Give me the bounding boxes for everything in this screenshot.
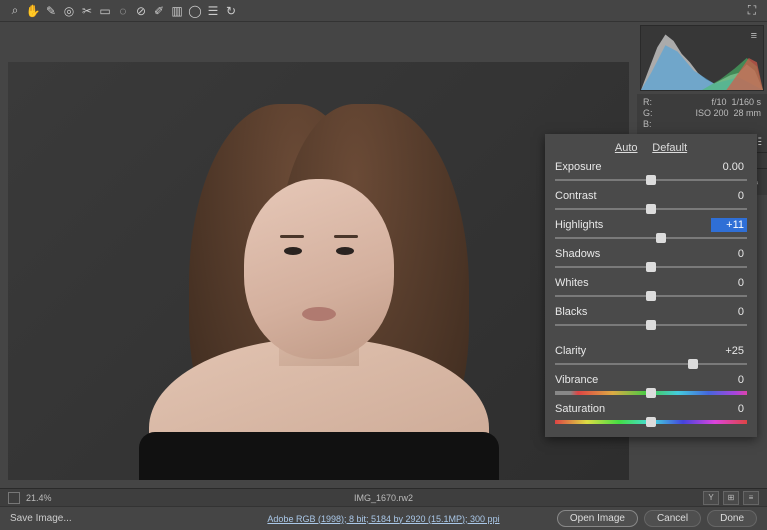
slider-row-clarity: Clarity +25	[555, 344, 747, 358]
grid-button[interactable]: ⊞	[723, 491, 739, 505]
slider-value[interactable]: 0	[711, 305, 747, 319]
slider-row-blacks: Blacks 0	[555, 305, 747, 319]
slider-row-exposure: Exposure 0.00	[555, 160, 747, 174]
slider-row-highlights: Highlights +11	[555, 218, 747, 232]
b-label: B:	[643, 119, 653, 129]
filename: IMG_1670.rw2	[354, 493, 413, 503]
slider-whites[interactable]	[555, 291, 747, 301]
slider-label: Highlights	[555, 219, 603, 231]
g-label: G:	[643, 108, 653, 118]
slider-row-saturation: Saturation 0	[555, 402, 747, 416]
slider-row-whites: Whites 0	[555, 276, 747, 290]
aperture: f/10	[711, 97, 726, 107]
top-toolbar: ⌕ ✋ ✎ ◎ ✂ ▭ ◌ ⊘ ✐ ▥ ◯ ☰ ↻ ⛶	[0, 0, 767, 22]
slider-label: Clarity	[555, 345, 586, 357]
basic-adjust-panel: Auto Default Exposure 0.00 Contrast 0 Hi…	[545, 134, 757, 437]
focal: 28 mm	[733, 108, 761, 118]
hand-tool-icon[interactable]: ✋	[24, 2, 42, 20]
redeye-icon[interactable]: ⊘	[132, 2, 150, 20]
slider-exposure[interactable]	[555, 175, 747, 185]
rotate-icon[interactable]: ↻	[222, 2, 240, 20]
iso: ISO 200	[695, 108, 728, 118]
bottom-bar: Save Image... Adobe RGB (1998); 8 bit; 5…	[0, 506, 767, 530]
zoom-tool-icon[interactable]: ⌕	[6, 2, 24, 20]
fit-icon[interactable]	[8, 492, 20, 504]
histogram-menu-icon[interactable]: ≡	[751, 30, 757, 42]
slider-row-contrast: Contrast 0	[555, 189, 747, 203]
slider-value[interactable]: 0	[711, 189, 747, 203]
slider-row-shadows: Shadows 0	[555, 247, 747, 261]
slider-label: Blacks	[555, 306, 587, 318]
histogram[interactable]: ≡	[640, 25, 764, 91]
canvas-wrap	[0, 22, 637, 488]
slider-value[interactable]: 0.00	[711, 160, 747, 174]
crop-tool-icon[interactable]: ✂	[78, 2, 96, 20]
open-image-button[interactable]: Open Image	[557, 510, 638, 527]
slider-blacks[interactable]	[555, 320, 747, 330]
eyedropper-icon[interactable]: ✎	[42, 2, 60, 20]
slider-label: Vibrance	[555, 374, 598, 386]
target-icon[interactable]: ◎	[60, 2, 78, 20]
exif-meta: R: G: B: f/10 1/160 s ISO 200 28 mm	[637, 94, 767, 132]
strip-button[interactable]: ≡	[743, 491, 759, 505]
slider-contrast[interactable]	[555, 204, 747, 214]
slider-vibrance[interactable]	[555, 388, 747, 398]
spot-icon[interactable]: ◌	[114, 2, 132, 20]
slider-label: Saturation	[555, 403, 605, 415]
save-image-button[interactable]: Save Image...	[10, 513, 72, 524]
shutter: 1/160 s	[731, 97, 761, 107]
slider-saturation[interactable]	[555, 417, 747, 427]
slider-shadows[interactable]	[555, 262, 747, 272]
file-info-link[interactable]: Adobe RGB (1998); 8 bit; 5184 by 2920 (1…	[267, 514, 499, 524]
done-button[interactable]: Done	[707, 510, 757, 527]
cancel-button[interactable]: Cancel	[644, 510, 701, 527]
slider-label: Shadows	[555, 248, 600, 260]
slider-value[interactable]: 0	[711, 402, 747, 416]
slider-highlights[interactable]	[555, 233, 747, 243]
slider-row-vibrance: Vibrance 0	[555, 373, 747, 387]
slider-label: Exposure	[555, 161, 601, 173]
slider-value[interactable]: 0	[711, 373, 747, 387]
slider-value[interactable]: 0	[711, 276, 747, 290]
radial-icon[interactable]: ◯	[186, 2, 204, 20]
brush-icon[interactable]: ✐	[150, 2, 168, 20]
auto-link[interactable]: Auto	[615, 142, 638, 154]
straighten-icon[interactable]: ▭	[96, 2, 114, 20]
gradient-icon[interactable]: ▥	[168, 2, 186, 20]
r-label: R:	[643, 97, 653, 107]
preview-image[interactable]	[8, 62, 629, 480]
default-link[interactable]: Default	[652, 142, 687, 154]
filter-button[interactable]: Y	[703, 491, 719, 505]
filmstrip-bar: 21.4% IMG_1670.rw2 Y ⊞ ≡	[0, 488, 767, 506]
list-icon[interactable]: ☰	[204, 2, 222, 20]
slider-label: Whites	[555, 277, 589, 289]
slider-clarity[interactable]	[555, 359, 747, 369]
fullscreen-icon[interactable]: ⛶	[743, 2, 761, 20]
slider-value[interactable]: +11	[711, 218, 747, 232]
slider-label: Contrast	[555, 190, 597, 202]
slider-value[interactable]: 0	[711, 247, 747, 261]
slider-value[interactable]: +25	[711, 344, 747, 358]
zoom-level[interactable]: 21.4%	[26, 493, 52, 503]
